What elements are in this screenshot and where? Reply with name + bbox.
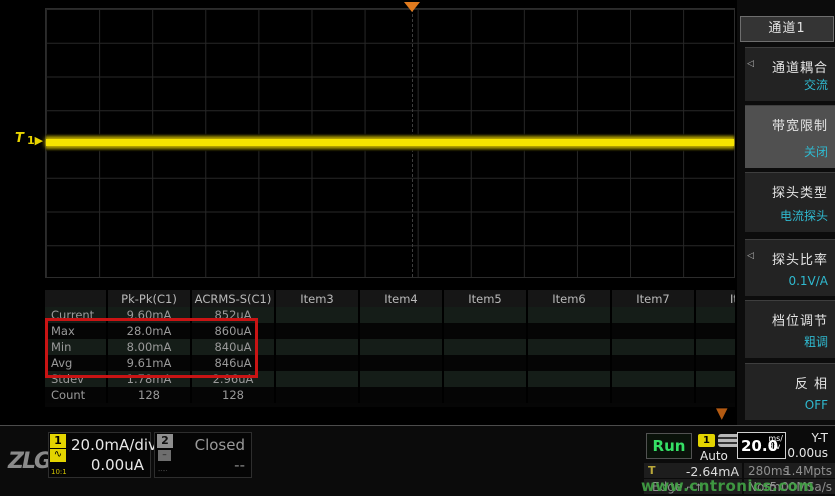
header-cell: Item5 <box>443 290 527 307</box>
header-cell: Item7 <box>611 290 695 307</box>
oscilloscope-screen: T 1▶ Pk-Pk(C1) ACRMS-S(C1) Item3 Item4 I… <box>0 0 835 496</box>
channel2-coupling-icon: – <box>158 450 171 461</box>
table-scroll-down-icon[interactable]: ▼ <box>716 406 728 420</box>
menu-item-invert[interactable]: 反 相 OFF <box>745 363 835 420</box>
table-row: Count 128 128 <box>45 387 738 403</box>
channel1-position-icon[interactable]: 1▶ <box>27 134 43 147</box>
ac-coupling-icon: ∿ <box>50 449 66 462</box>
trigger-level-icon[interactable]: T <box>15 131 24 146</box>
display-mode-label: Y-T <box>812 431 828 445</box>
channel2-badge: 2 <box>157 434 173 448</box>
horizontal-offset-value: 0.00us <box>787 446 828 460</box>
trigger-position-icon[interactable] <box>404 2 420 12</box>
run-stop-button[interactable]: Run <box>646 433 692 459</box>
trigger-source-indicator: 1 <box>698 434 740 447</box>
menu-item-bandwidth-limit[interactable]: 带宽限制 关闭 <box>745 105 835 168</box>
trigger-t-icon: T <box>648 464 656 477</box>
menu-item-probe-type[interactable]: 探头类型 电流探头 <box>745 172 835 232</box>
menu-item-probe-ratio[interactable]: ◁ 探头比率 0.1V/A <box>745 239 835 296</box>
channel1-status-box[interactable]: 1 ∿ 10:1 20.0mA/div 0.00uA <box>48 432 151 478</box>
trigger-source-channel1-badge: 1 <box>698 434 715 447</box>
header-cell <box>45 290 107 307</box>
header-cell: Ite <box>695 290 738 307</box>
chevron-left-icon: ◁ <box>747 251 754 261</box>
channel1-scale: 20.0mA/div <box>71 436 157 454</box>
header-cell: ACRMS-S(C1) <box>191 290 275 307</box>
waveform-display <box>45 8 735 278</box>
header-cell: Item3 <box>275 290 359 307</box>
menu-item-coupling[interactable]: ◁ 通道耦合 交流 <box>745 47 835 101</box>
watermark: www.cntronics.com <box>641 477 814 495</box>
channel-menu-sidebar: 通道1 ◁ 通道耦合 交流 带宽限制 关闭 探头类型 电流探头 ◁ 探头比率 0… <box>735 0 835 425</box>
header-cell: Item6 <box>527 290 611 307</box>
channel2-state: Closed <box>195 436 245 454</box>
highlight-box <box>45 318 258 378</box>
channel2-offset: -- <box>234 456 245 474</box>
attenuation-label: 10:1 <box>51 468 67 476</box>
header-cell: Item4 <box>359 290 443 307</box>
trigger-mode-label: Auto <box>700 449 728 463</box>
channel1-offset: 0.00uA <box>91 456 144 474</box>
acquisition-row: 280ms 1.4Mpts <box>744 463 835 478</box>
channel1-badge: 1 <box>50 434 66 448</box>
channel1-trace <box>46 139 734 146</box>
timebase-box[interactable]: 20.0 ms/ div <box>737 432 786 459</box>
record-time-value: 280ms <box>748 464 789 478</box>
memory-depth-value: 1.4Mpts <box>784 464 832 478</box>
table-header-row: Pk-Pk(C1) ACRMS-S(C1) Item3 Item4 Item5 … <box>45 290 738 307</box>
channel2-marks: -·-· <box>158 467 168 475</box>
menu-title: 通道1 <box>740 16 834 42</box>
trigger-level-row: T -2.64mA <box>644 463 742 478</box>
channel2-status-box[interactable]: 2 – -·-· Closed -- <box>154 432 252 478</box>
menu-item-gear-adjust[interactable]: 档位调节 粗调 <box>745 300 835 358</box>
status-bar: ZLG® 1 ∿ 10:1 20.0mA/div 0.00uA 2 – -·-·… <box>0 425 835 496</box>
timebase-unit: ms/ div <box>768 435 783 451</box>
header-cell: Pk-Pk(C1) <box>107 290 191 307</box>
chevron-left-icon: ◁ <box>747 59 754 69</box>
